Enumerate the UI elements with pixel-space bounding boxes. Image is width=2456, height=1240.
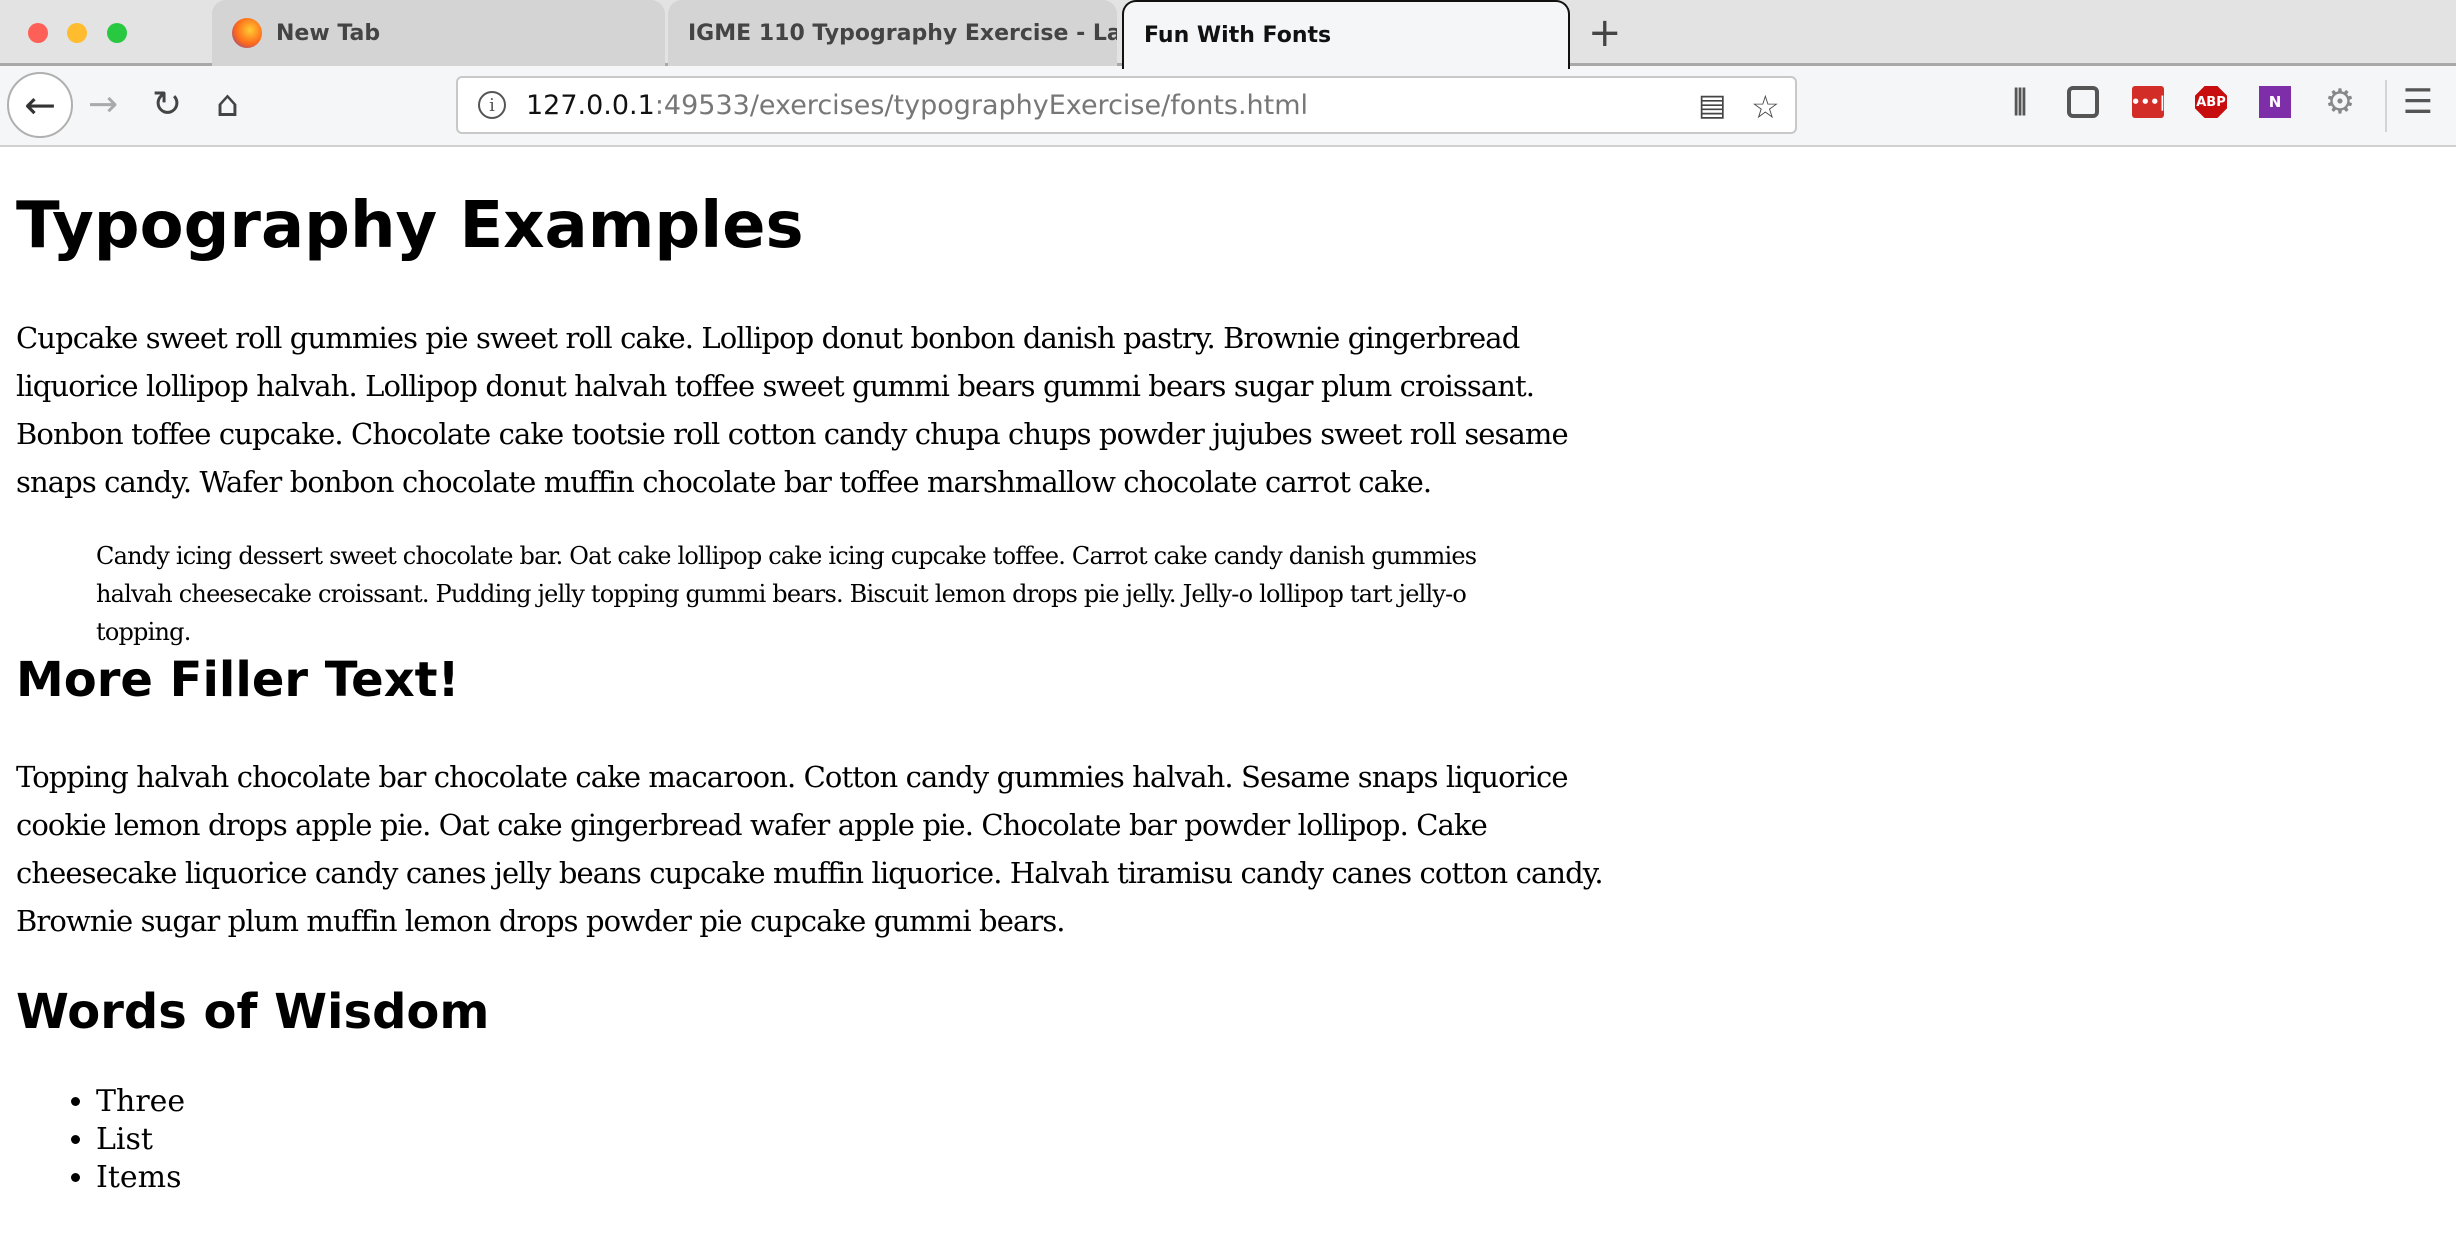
info-icon[interactable]: i (478, 91, 506, 119)
close-window-button[interactable] (28, 23, 48, 43)
url-bar[interactable]: i 127.0.0.1:49533/exercises/typographyEx… (456, 76, 1797, 134)
intro-paragraph: Cupcake sweet roll gummies pie sweet rol… (16, 321, 1569, 499)
reader-view-icon[interactable]: ▤ (1698, 88, 1726, 123)
back-button[interactable]: ← (7, 72, 73, 138)
forward-button[interactable]: → (88, 84, 118, 125)
new-tab-button[interactable]: + (1588, 10, 1622, 56)
gear-icon[interactable]: ⚙ (2324, 82, 2356, 122)
arrow-left-icon: ← (24, 83, 56, 127)
section-heading-wisdom: Words of Wisdom (16, 984, 490, 1040)
tab-label: New Tab (276, 20, 381, 46)
blockquote: Candy icing dessert sweet chocolate bar.… (96, 542, 1477, 646)
list-item: List (96, 1121, 185, 1159)
toolbar-divider (2385, 80, 2387, 132)
url-path: :49533/exercises/typographyExercise/font… (654, 89, 1309, 121)
tab-igme-typography[interactable]: IGME 110 Typography Exercise - Lawl (668, 0, 1117, 66)
navigation-toolbar: ← → ↻ ⌂ i 127.0.0.1:49533/exercises/typo… (0, 66, 2456, 147)
filler-paragraph: Topping halvah chocolate bar chocolate c… (16, 760, 1604, 938)
home-button[interactable]: ⌂ (216, 84, 239, 125)
list-item: Items (96, 1159, 185, 1197)
list-item: Three (96, 1083, 185, 1121)
maximize-window-button[interactable] (107, 23, 127, 43)
adblock-plus-icon[interactable]: ABP (2195, 86, 2227, 118)
page-content: Typography Examples Cupcake sweet roll g… (0, 147, 2456, 1240)
hamburger-menu-icon[interactable]: ☰ (2402, 82, 2434, 122)
library-icon[interactable]: ⫼ (2004, 85, 2036, 120)
page-title: Typography Examples (16, 189, 804, 263)
tab-label: IGME 110 Typography Exercise - Lawl (688, 20, 1117, 46)
url-host: 127.0.0.1 (526, 89, 655, 121)
tab-fun-with-fonts[interactable]: Fun With Fonts (1122, 0, 1570, 69)
bookmark-star-icon[interactable]: ☆ (1751, 88, 1780, 126)
sidebar-icon[interactable] (2067, 86, 2099, 118)
tab-bar: New Tab IGME 110 Typography Exercise - L… (0, 0, 2456, 69)
reload-button[interactable]: ↻ (152, 84, 182, 125)
wisdom-list: Three List Items (96, 1083, 185, 1197)
onenote-icon[interactable]: N (2259, 86, 2291, 118)
tab-new-tab[interactable]: New Tab (212, 0, 665, 66)
lastpass-icon[interactable]: •••| (2131, 86, 2165, 118)
tab-label: Fun With Fonts (1144, 23, 1332, 48)
minimize-window-button[interactable] (67, 23, 87, 43)
firefox-icon (232, 18, 262, 48)
section-heading-more-filler: More Filler Text! (16, 652, 460, 708)
